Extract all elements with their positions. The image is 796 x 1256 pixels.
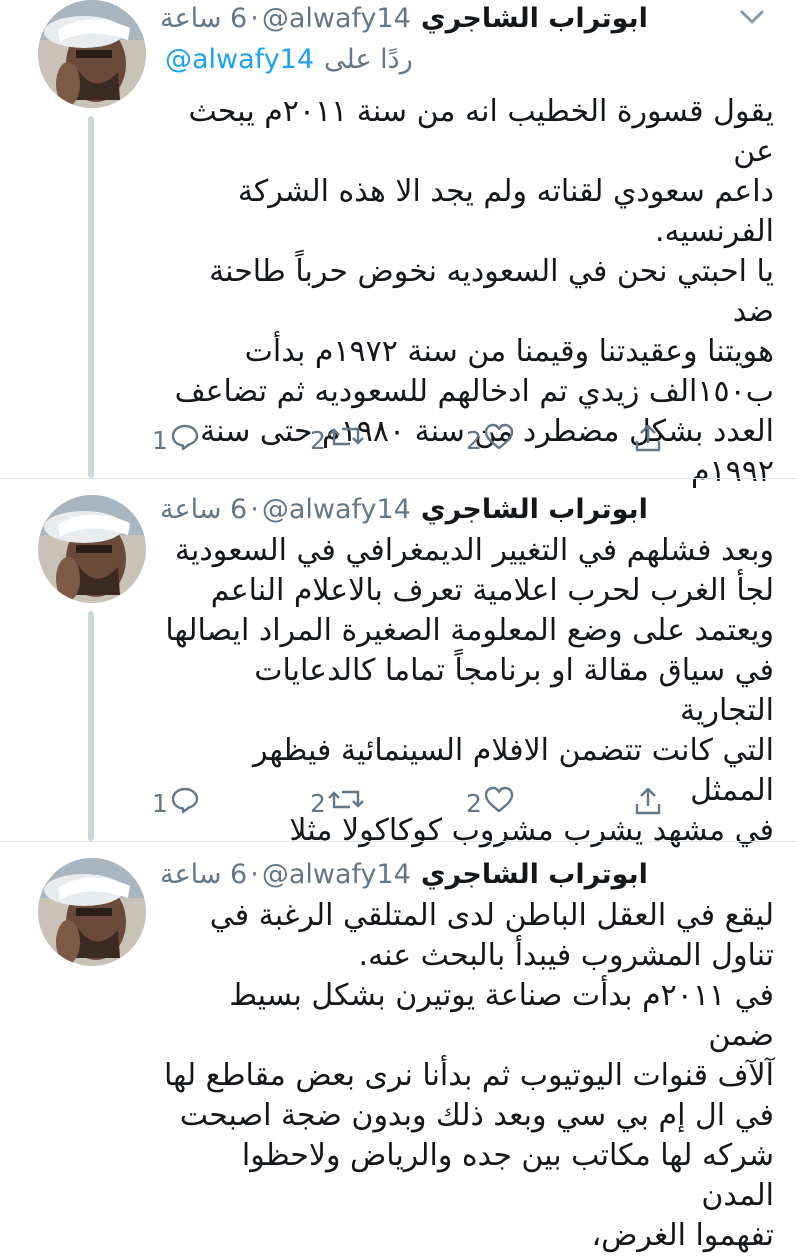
- separator-dot: ·: [250, 2, 259, 34]
- reply-count: 1: [152, 425, 168, 455]
- share-icon: [634, 423, 662, 457]
- timestamp[interactable]: 6 ساعة: [160, 3, 247, 34]
- tweet-1[interactable]: ابوتراب الشاجري @alwafy14 · 6 ساعة ردًا …: [0, 0, 796, 489]
- like-button[interactable]: 2: [466, 420, 514, 460]
- reply-icon: [170, 422, 200, 458]
- timestamp[interactable]: 6 ساعة: [160, 859, 247, 890]
- tweet-header: ابوتراب الشاجري @alwafy14 · 6 ساعة: [160, 0, 726, 36]
- retweet-button[interactable]: 2: [310, 783, 364, 823]
- chevron-down-icon[interactable]: [738, 6, 766, 28]
- share-button[interactable]: [634, 783, 662, 823]
- avatar-image: [38, 0, 146, 108]
- separator-dot: ·: [250, 493, 259, 525]
- handle[interactable]: @alwafy14: [262, 859, 411, 890]
- tweet-header: ابوتراب الشاجري @alwafy14 · 6 ساعة: [160, 491, 648, 527]
- thread-line: [88, 116, 94, 478]
- like-button[interactable]: 2: [466, 783, 514, 823]
- tweet-2[interactable]: ابوتراب الشاجري @alwafy14 · 6 ساعة وبعد …: [0, 479, 796, 848]
- retweet-button[interactable]: 2: [310, 420, 364, 460]
- reply-button[interactable]: 1: [152, 783, 200, 823]
- retweet-icon: [328, 422, 364, 458]
- retweet-icon: [328, 785, 364, 821]
- avatar[interactable]: [38, 495, 146, 603]
- reply-button[interactable]: 1: [152, 420, 200, 460]
- display-name[interactable]: ابوتراب الشاجري: [421, 859, 648, 890]
- reply-context: ردًا على @alwafy14: [165, 40, 413, 78]
- handle[interactable]: @alwafy14: [262, 494, 411, 525]
- avatar-image: [38, 495, 146, 603]
- tweet-3[interactable]: ابوتراب الشاجري @alwafy14 · 6 ساعة ليقع …: [0, 842, 796, 1253]
- retweet-count: 2: [310, 788, 326, 818]
- tweet-header: ابوتراب الشاجري @alwafy14 · 6 ساعة: [160, 856, 648, 892]
- like-icon: [484, 785, 514, 821]
- reply-icon: [170, 785, 200, 821]
- avatar-image: [38, 858, 146, 966]
- handle[interactable]: @alwafy14: [262, 3, 411, 34]
- like-icon: [484, 422, 514, 458]
- reply-prefix: ردًا على: [324, 43, 413, 75]
- retweet-count: 2: [310, 425, 326, 455]
- display-name[interactable]: ابوتراب الشاجري: [421, 494, 648, 525]
- like-count: 2: [466, 425, 482, 455]
- reply-count: 1: [152, 788, 168, 818]
- share-icon: [634, 786, 662, 820]
- avatar[interactable]: [38, 858, 146, 966]
- reply-handle-link[interactable]: @alwafy14: [165, 44, 314, 75]
- share-button[interactable]: [634, 420, 662, 460]
- timestamp[interactable]: 6 ساعة: [160, 494, 247, 525]
- tweet-text: ليقع في العقل الباطن لدى المتلقي الرغبة …: [163, 898, 774, 1253]
- like-count: 2: [466, 788, 482, 818]
- separator-dot: ·: [250, 858, 259, 890]
- thread-line: [88, 611, 94, 841]
- avatar[interactable]: [38, 0, 146, 108]
- display-name[interactable]: ابوتراب الشاجري: [421, 3, 648, 34]
